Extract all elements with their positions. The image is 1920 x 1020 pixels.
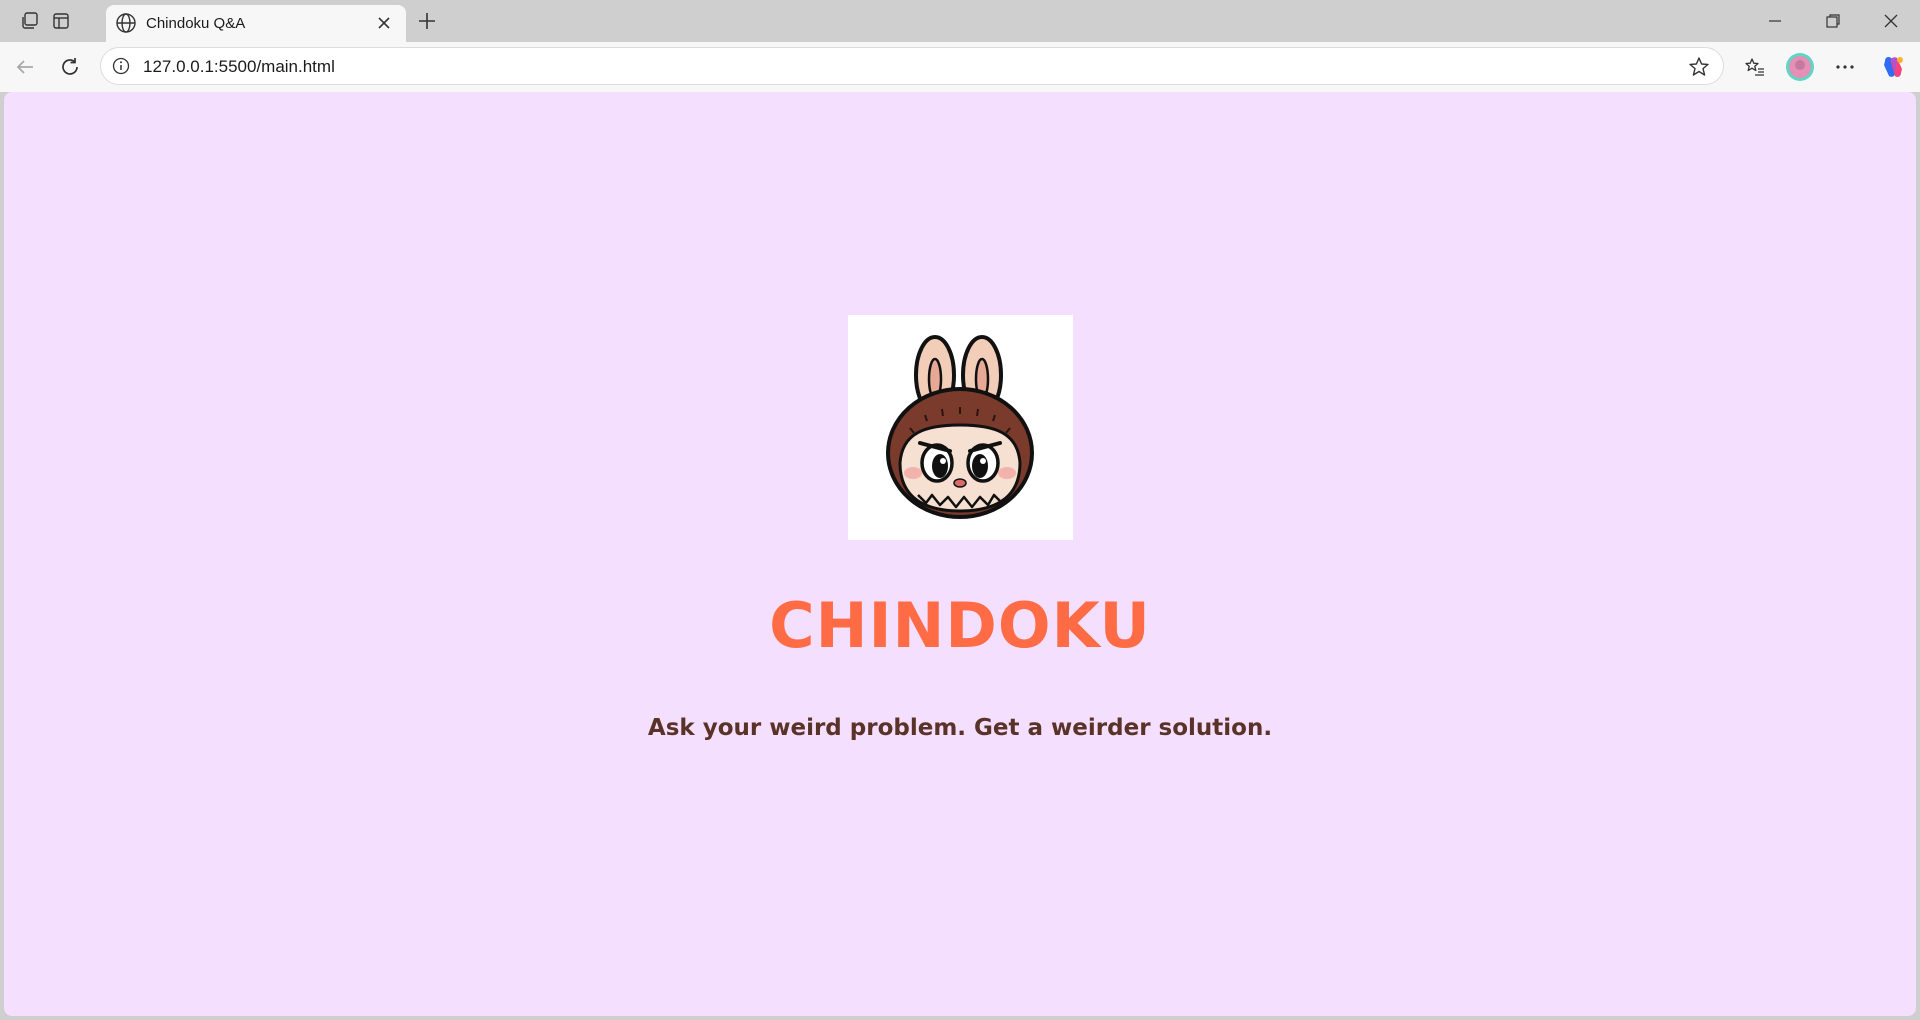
- hero-section: CHINDOKU Ask your weird problem. Get a w…: [4, 92, 1916, 741]
- new-tab-icon[interactable]: [414, 8, 440, 34]
- refresh-icon[interactable]: [55, 52, 85, 82]
- browser-tab-bar: Chindoku Q&A: [0, 0, 1920, 42]
- active-tab[interactable]: Chindoku Q&A: [106, 5, 406, 42]
- site-info-icon[interactable]: [111, 56, 131, 76]
- globe-icon: [114, 11, 138, 35]
- page-title: CHINDOKU: [769, 589, 1151, 662]
- url-text[interactable]: 127.0.0.1:5500/main.html: [143, 57, 335, 77]
- close-tab-icon[interactable]: [374, 13, 394, 33]
- tab-title: Chindoku Q&A: [146, 15, 246, 32]
- favorites-list-icon[interactable]: [1740, 52, 1770, 82]
- back-arrow-icon[interactable]: [10, 52, 40, 82]
- favorite-star-icon[interactable]: [1687, 55, 1711, 79]
- restore-icon[interactable]: [1813, 8, 1853, 34]
- profile-avatar[interactable]: [1785, 52, 1815, 82]
- more-options-icon[interactable]: [1830, 52, 1860, 82]
- vertical-tabs-icon[interactable]: [48, 8, 74, 34]
- minimize-icon[interactable]: [1755, 8, 1795, 34]
- copilot-icon[interactable]: [1878, 52, 1908, 82]
- page-viewport: CHINDOKU Ask your weird problem. Get a w…: [4, 92, 1916, 1016]
- mascot-logo: [847, 315, 1073, 540]
- close-window-icon[interactable]: [1871, 8, 1911, 34]
- browser-toolbar: 127.0.0.1:5500/main.html: [0, 42, 1920, 92]
- address-bar[interactable]: 127.0.0.1:5500/main.html: [100, 47, 1724, 85]
- labubu-mascot-icon: [886, 334, 1034, 519]
- tagline: Ask your weird problem. Get a weirder so…: [647, 715, 1273, 741]
- workspaces-icon[interactable]: [17, 8, 43, 34]
